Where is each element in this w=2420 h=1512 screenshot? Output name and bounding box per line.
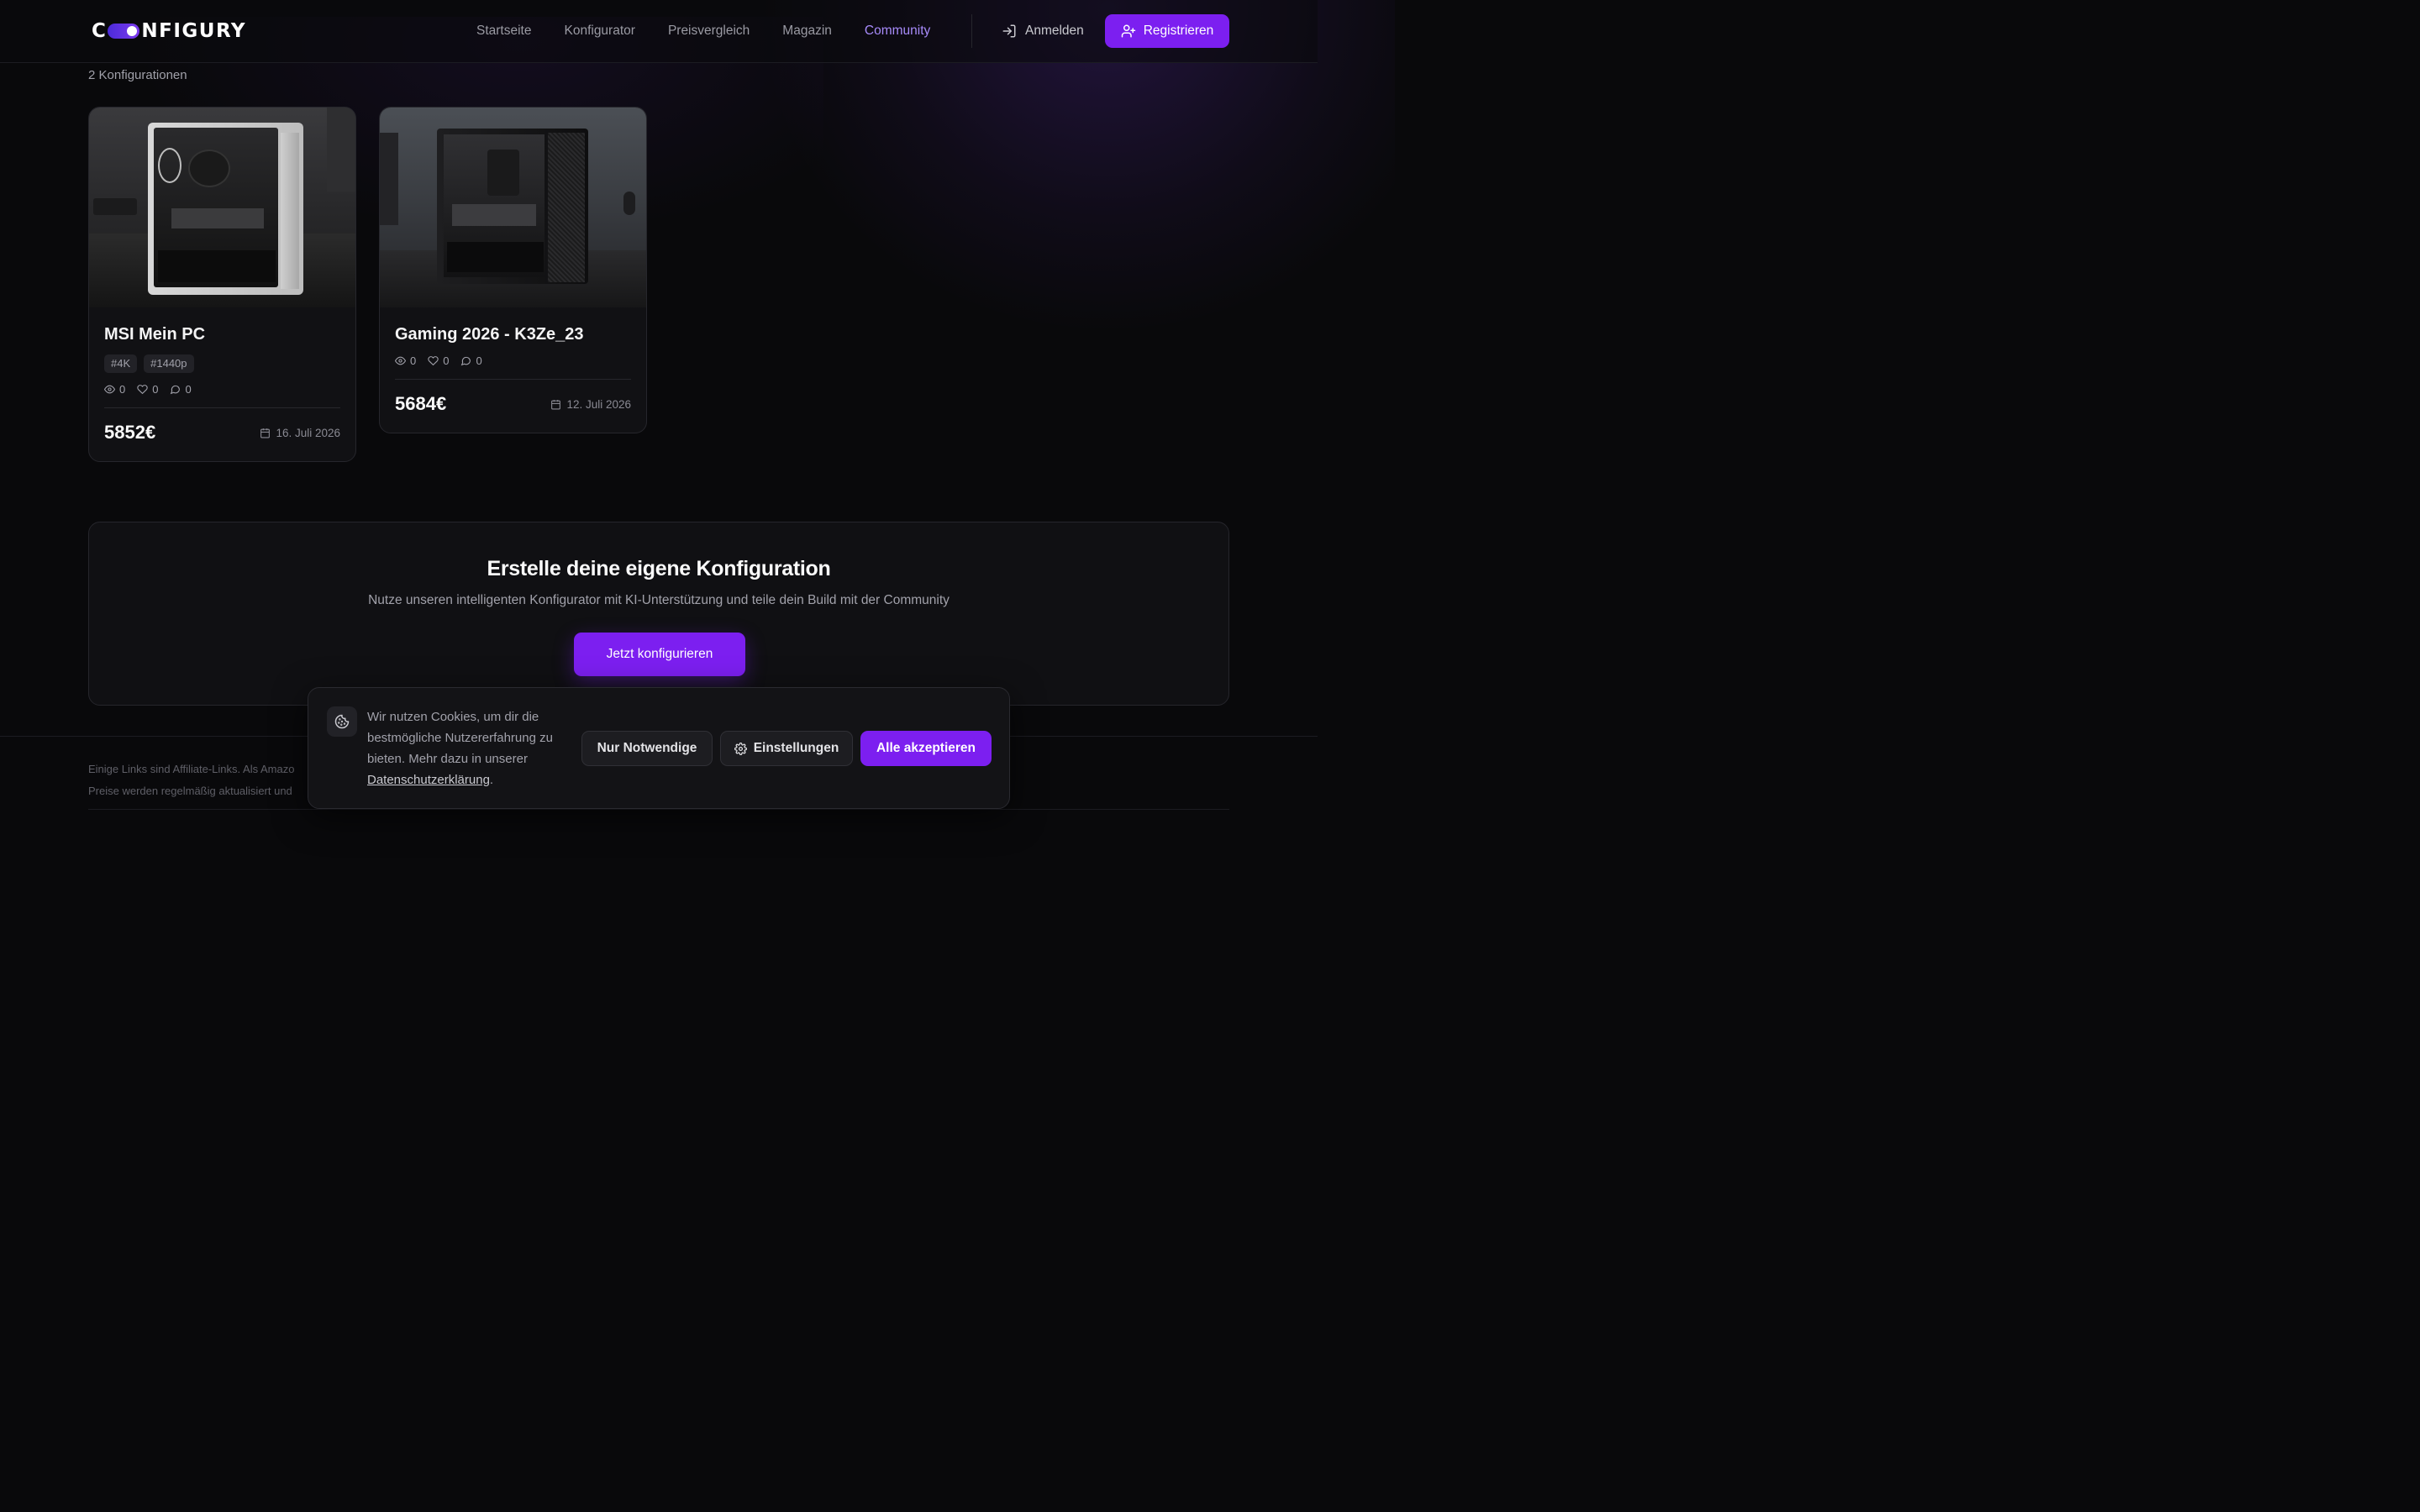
cta-title: Erstelle deine eigene Konfiguration bbox=[487, 557, 831, 580]
settings-label: Einstellungen bbox=[753, 741, 839, 755]
login-icon bbox=[1002, 24, 1016, 38]
card-date-label: 16. Juli 2026 bbox=[276, 426, 340, 439]
card-price: 5684€ bbox=[395, 393, 447, 414]
eye-icon bbox=[395, 356, 406, 365]
calendar-icon bbox=[260, 428, 271, 438]
nav-magazin[interactable]: Magazin bbox=[782, 23, 832, 39]
cookie-icon bbox=[327, 706, 357, 737]
cta-subtitle: Nutze unseren intelligenten Konfigurator… bbox=[368, 593, 950, 607]
config-card[interactable]: MSI Mein PC #4K #1440p 0 0 0 5852€ 16. J… bbox=[88, 107, 356, 462]
card-stats: 0 0 0 bbox=[395, 354, 631, 367]
configury-logo[interactable]: C NFIGURY bbox=[92, 20, 246, 42]
card-date-label: 12. Juli 2026 bbox=[566, 397, 631, 411]
views-count: 0 bbox=[410, 354, 417, 367]
footer-line-2: Preise werden regelmäßig aktualisiert un… bbox=[88, 785, 292, 797]
heart-icon bbox=[428, 356, 439, 366]
comments-stat: 0 bbox=[460, 354, 482, 367]
card-image-black-pc bbox=[380, 108, 646, 307]
top-navbar: C NFIGURY Startseite Konfigurator Preisve… bbox=[0, 0, 1318, 63]
nav-konfigurator[interactable]: Konfigurator bbox=[564, 23, 634, 39]
cookie-message: Wir nutzen Cookies, um dir die bestmögli… bbox=[367, 706, 577, 790]
create-config-cta: Erstelle deine eigene Konfiguration Nutz… bbox=[88, 522, 1229, 706]
likes-stat: 0 bbox=[137, 383, 158, 396]
login-button[interactable]: Anmelden bbox=[1002, 23, 1084, 39]
gear-icon bbox=[734, 742, 747, 755]
logo-text-left: C bbox=[92, 20, 108, 42]
logo-text-right: NFIGURY bbox=[141, 20, 247, 42]
nav-community[interactable]: Community bbox=[865, 23, 930, 39]
card-date: 12. Juli 2026 bbox=[550, 398, 631, 411]
comments-stat: 0 bbox=[170, 383, 192, 396]
views-stat: 0 bbox=[395, 354, 416, 367]
comments-count: 0 bbox=[476, 354, 482, 367]
card-price: 5852€ bbox=[104, 422, 156, 443]
accept-all-button[interactable]: Alle akzeptieren bbox=[860, 731, 992, 766]
register-label: Registrieren bbox=[1143, 24, 1214, 38]
cookie-text-suffix: . bbox=[489, 773, 494, 787]
card-tag[interactable]: #1440p bbox=[144, 354, 194, 373]
card-tag[interactable]: #4K bbox=[104, 354, 138, 373]
card-tags: #4K #1440p bbox=[104, 354, 340, 373]
nav-preisvergleich[interactable]: Preisvergleich bbox=[668, 23, 750, 39]
card-stats: 0 0 0 bbox=[104, 383, 340, 396]
eye-icon bbox=[104, 385, 115, 394]
config-card[interactable]: Gaming 2026 - K3Ze_23 0 0 0 5684€ 12. Ju… bbox=[379, 107, 647, 433]
views-count: 0 bbox=[119, 383, 126, 396]
footer-bottom-divider bbox=[88, 809, 1229, 810]
footer-line-1: Einige Links sind Affiliate-Links. Als A… bbox=[88, 763, 295, 775]
login-label: Anmelden bbox=[1025, 24, 1084, 38]
necessary-only-button[interactable]: Nur Notwendige bbox=[581, 731, 713, 766]
card-title[interactable]: Gaming 2026 - K3Ze_23 bbox=[395, 324, 631, 344]
register-button[interactable]: Registrieren bbox=[1105, 14, 1229, 48]
nav-divider bbox=[971, 14, 972, 48]
card-title[interactable]: MSI Mein PC bbox=[104, 324, 340, 344]
card-image-white-pc bbox=[89, 108, 355, 307]
heart-icon bbox=[137, 385, 148, 395]
user-plus-icon bbox=[1121, 24, 1135, 38]
cookie-settings-button[interactable]: Einstellungen bbox=[720, 731, 853, 766]
privacy-policy-link[interactable]: Datenschutzerklärung bbox=[367, 773, 490, 787]
footer-disclaimer: Einige Links sind Affiliate-Links. Als A… bbox=[88, 759, 294, 802]
cookie-banner: Wir nutzen Cookies, um dir die bestmögli… bbox=[308, 687, 1010, 809]
main-nav: Startseite Konfigurator Preisvergleich M… bbox=[476, 23, 963, 39]
nav-startseite[interactable]: Startseite bbox=[476, 23, 531, 39]
comment-icon bbox=[171, 385, 181, 395]
cookie-text: Wir nutzen Cookies, um dir die bestmögli… bbox=[367, 710, 553, 766]
likes-stat: 0 bbox=[428, 354, 449, 367]
logo-toggle-icon bbox=[108, 24, 140, 39]
comment-icon bbox=[461, 356, 471, 366]
results-count: 2 Konfigurationen bbox=[88, 68, 187, 82]
likes-count: 0 bbox=[443, 354, 450, 367]
calendar-icon bbox=[551, 399, 561, 409]
likes-count: 0 bbox=[152, 383, 159, 396]
configure-now-button[interactable]: Jetzt konfigurieren bbox=[574, 633, 745, 676]
views-stat: 0 bbox=[104, 383, 125, 396]
comments-count: 0 bbox=[185, 383, 192, 396]
card-date: 16. Juli 2026 bbox=[260, 427, 340, 439]
